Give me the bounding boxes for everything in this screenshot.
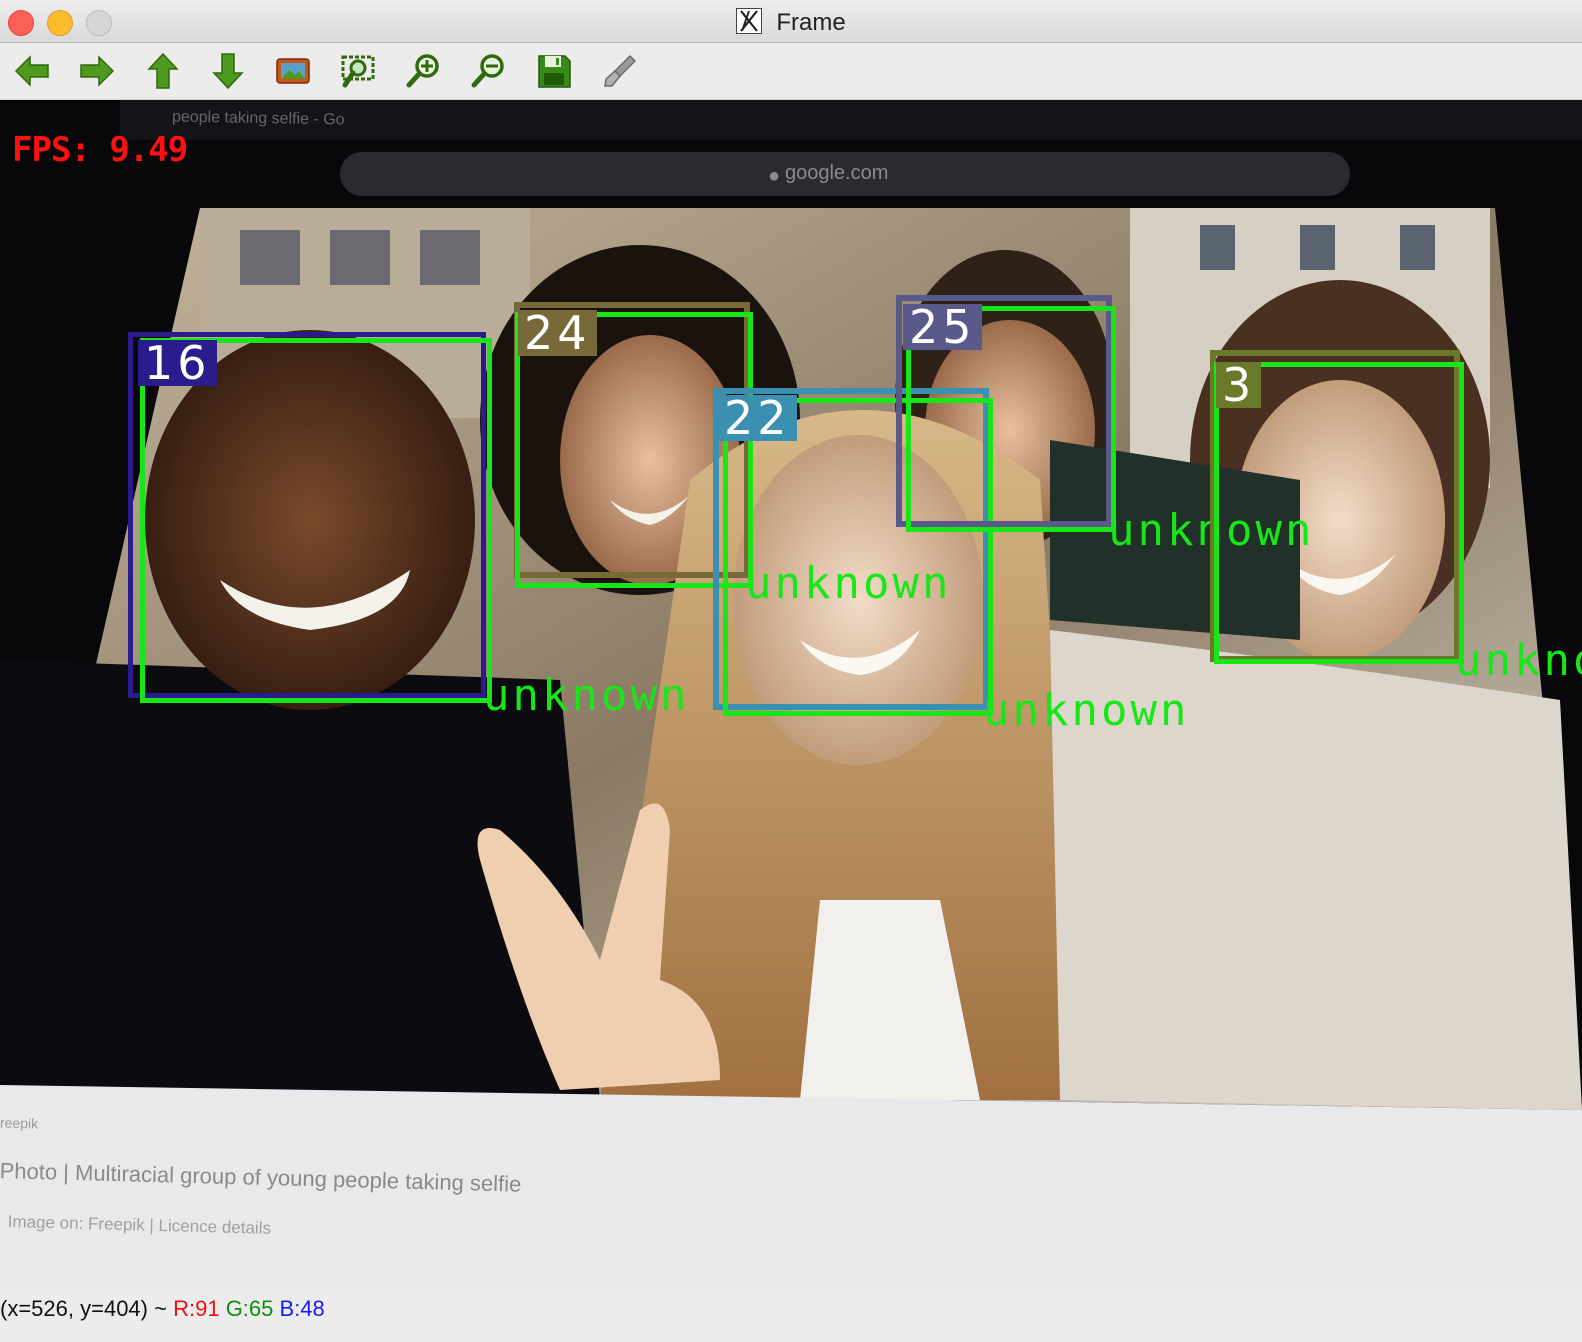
track-id-22: 22	[718, 395, 797, 441]
zoom-in-button[interactable]	[404, 51, 444, 91]
zoom-out-button[interactable]	[469, 51, 509, 91]
brush-icon	[604, 54, 637, 87]
pan-left-button[interactable]	[12, 51, 52, 91]
properties-button[interactable]	[600, 51, 640, 91]
browser-tab-title: people taking selfie - Go	[171, 108, 345, 129]
photo-source-small: reepik	[0, 1114, 39, 1132]
pan-down-button[interactable]	[208, 51, 248, 91]
cursor-coordinates: (x=526, y=404) ~	[0, 1296, 167, 1321]
toolbar	[0, 43, 1582, 100]
pixel-green-value: G:65	[225, 1296, 274, 1321]
image-icon	[276, 58, 310, 84]
zoom-image-button[interactable]	[273, 51, 313, 91]
detection-box-16	[140, 338, 492, 703]
zoom-out-icon	[471, 54, 504, 88]
face-label-3: unknown	[1455, 635, 1582, 686]
fps-counter: FPS: 9.49	[12, 130, 188, 170]
svg-text:●: ●	[768, 165, 780, 187]
pan-up-button[interactable]	[143, 51, 183, 91]
browser-url: google.com	[785, 162, 889, 184]
save-button[interactable]	[534, 51, 574, 91]
arrow-down-icon	[212, 53, 244, 90]
arrow-left-icon	[14, 55, 49, 87]
track-id-25: 25	[903, 304, 982, 350]
pixel-blue-value: B:48	[279, 1296, 325, 1321]
zoom-in-icon	[406, 54, 439, 88]
save-icon	[538, 55, 571, 88]
track-id-24: 24	[518, 310, 597, 356]
x11-app-icon	[736, 8, 763, 34]
video-frame[interactable]: ● people taking selfie - Go google.com r…	[0, 100, 1582, 1288]
track-id-16: 16	[138, 340, 217, 386]
pixel-red-value: R:91	[173, 1296, 220, 1321]
track-id-3: 3	[1216, 362, 1262, 408]
arrow-up-icon	[147, 52, 179, 89]
zoom-fit-button[interactable]	[338, 51, 378, 91]
status-bar: (x=526, y=404) ~ R:91 G:65 B:48	[0, 1288, 1582, 1342]
pan-right-button[interactable]	[77, 51, 117, 91]
arrow-right-icon	[80, 55, 115, 87]
zoom-select-icon	[341, 55, 375, 88]
face-label-22: unknown	[983, 685, 1190, 736]
title-bar: Frame	[0, 0, 1582, 43]
window-title: Frame	[776, 9, 846, 36]
face-label-16: unknown	[483, 670, 690, 721]
window-title-area: Frame	[0, 8, 1582, 37]
